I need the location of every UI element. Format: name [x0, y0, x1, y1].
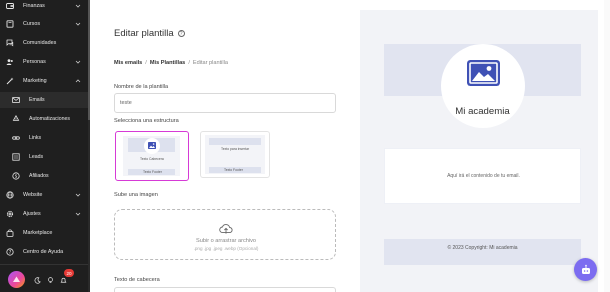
sidebar-subitem-afiliados[interactable]: $ Afiliados [0, 168, 90, 184]
sidebar-item-finanzas[interactable]: Finanzas [0, 0, 90, 14]
image-upload-label: Sube una imagen [114, 192, 158, 198]
chevron-down-icon [75, 193, 81, 197]
sidebar-subitem-label: Automatizaciones [29, 116, 70, 122]
mail-icon [12, 96, 20, 104]
preview-footer: © 2023 Copyright: Mi academia [384, 239, 581, 265]
template-name-value: teste [120, 100, 132, 106]
sidebar-subitem-leads[interactable]: Leads [0, 149, 90, 165]
structure-label: Selecciona una estructura [114, 118, 179, 124]
book-icon [6, 20, 14, 28]
lightbulb-icon[interactable] [47, 277, 54, 284]
structure-footer-text: Texto Footer [224, 168, 243, 172]
preview-body-text: Aquí irá el contenido de tu email. [447, 173, 520, 179]
dropzone-hint: .png .jpg .jpeg .webp (Opcional) [193, 246, 259, 251]
sidebar-item-label: Marketplace [23, 230, 53, 236]
globe-icon [6, 191, 14, 199]
breadcrumb-current: Editar plantilla [192, 60, 229, 66]
sidebar-subitem-label: Links [29, 135, 42, 141]
sidebar-item-label: Marketing [23, 78, 47, 84]
breadcrumb-mis-plantillas[interactable]: Mis Plantillas [150, 60, 185, 66]
breadcrumb-mis-emails[interactable]: Mis emails [114, 60, 142, 66]
sidebar-item-label: Website [23, 192, 43, 198]
main-scrollbar[interactable] [604, 0, 610, 292]
sidebar-item-personas[interactable]: Personas [0, 54, 90, 70]
notification-badge: 20 [64, 269, 74, 277]
sidebar-item-comunidades[interactable]: Comunidades [0, 35, 90, 51]
image-dropzone[interactable]: Subir o arrastrar archivo .png .jpg .jpe… [114, 209, 336, 260]
sidebar-subitem-label: Leads [29, 154, 44, 160]
page-title: Editar plantilla ? [114, 28, 185, 39]
sidebar-item-marketplace[interactable]: Marketplace [0, 225, 90, 241]
sidebar-subitem-emails[interactable]: Emails [0, 92, 90, 108]
people-icon [6, 58, 14, 66]
recycle-icon [12, 115, 20, 123]
sidebar-item-label: Ajustes [23, 211, 41, 217]
breadcrumb-separator: / [188, 60, 190, 66]
chevron-up-icon [75, 79, 81, 83]
image-icon [148, 142, 156, 149]
sidebar-item-ajustes[interactable]: Ajustes [0, 206, 90, 222]
sidebar-item-label: Cursos [23, 21, 41, 27]
structure-option-text-header[interactable]: Texto para insertar Texto Footer [200, 131, 270, 178]
sidebar-subitem-label: Afiliados [29, 173, 49, 179]
wand-icon [6, 77, 14, 85]
cloud-upload-icon [219, 224, 233, 234]
template-name-label: Nombre de la plantilla [114, 84, 169, 90]
svg-text:?: ? [9, 250, 12, 256]
question-icon: ? [6, 248, 14, 256]
structure-thumb-header [209, 138, 261, 145]
sidebar: Finanzas Cursos Comunidades Personas Mar… [0, 0, 90, 292]
assistant-fab-button[interactable] [574, 258, 597, 281]
structure-header-text: Texto para insertar [221, 147, 250, 151]
sidebar-item-centro-de-ayuda[interactable]: ? Centro de Ayuda [0, 244, 90, 260]
page-title-text: Editar plantilla [114, 28, 174, 39]
header-text-input[interactable] [114, 287, 336, 292]
sidebar-scrollbar-thumb[interactable] [88, 0, 90, 120]
moon-icon[interactable] [34, 277, 41, 284]
robot-icon [581, 264, 590, 274]
header-text-label: Texto de cabecera [114, 277, 160, 283]
structure-header-text: Texto Cabecera [140, 157, 164, 161]
chat-icon [6, 39, 14, 47]
chevron-down-icon [75, 212, 81, 216]
wallet-icon [6, 2, 14, 10]
template-name-input[interactable]: teste [114, 93, 336, 113]
sidebar-item-label: Centro de Ayuda [23, 249, 64, 255]
avatar[interactable] [8, 271, 25, 288]
preview-academy-name: Mi academia [455, 106, 510, 117]
structure-option-image-header[interactable]: Texto Cabecera Texto Footer [115, 131, 189, 181]
image-icon [467, 60, 500, 86]
breadcrumb-separator: / [145, 60, 147, 66]
sidebar-subitem-label: Emails [29, 97, 45, 103]
sidebar-item-marketing[interactable]: Marketing [0, 73, 90, 89]
link-icon [12, 134, 20, 142]
breadcrumb: Mis emails / Mis Plantillas / Editar plantil… [114, 60, 228, 66]
preview-footer-text: © 2023 Copyright: Mi academia [447, 245, 518, 251]
sidebar-item-label: Personas [23, 59, 46, 65]
list-icon [12, 153, 20, 161]
sidebar-subitem-automatizaciones[interactable]: Automatizaciones [0, 111, 90, 127]
sidebar-footer: 20 [0, 264, 90, 292]
sidebar-subitem-links[interactable]: Links [0, 130, 90, 146]
chevron-down-icon [75, 4, 81, 8]
sidebar-item-website[interactable]: Website [0, 187, 90, 203]
help-icon[interactable]: ? [177, 30, 185, 37]
chevron-down-icon [75, 60, 81, 64]
sidebar-item-cursos[interactable]: Cursos [0, 16, 90, 32]
preview-body: Aquí irá el contenido de tu email. [384, 148, 581, 204]
sidebar-item-label: Comunidades [23, 40, 57, 46]
sidebar-item-label: Finanzas [23, 3, 45, 9]
bell-icon[interactable] [60, 277, 67, 284]
gear-icon [6, 210, 14, 218]
svg-text:$: $ [15, 174, 18, 180]
structure-footer-text: Texto Footer [143, 170, 162, 174]
chevron-down-icon [75, 22, 81, 26]
dropzone-text: Subir o arrastrar archivo [196, 238, 256, 244]
coin-icon: $ [12, 172, 20, 180]
bag-icon [6, 229, 14, 237]
